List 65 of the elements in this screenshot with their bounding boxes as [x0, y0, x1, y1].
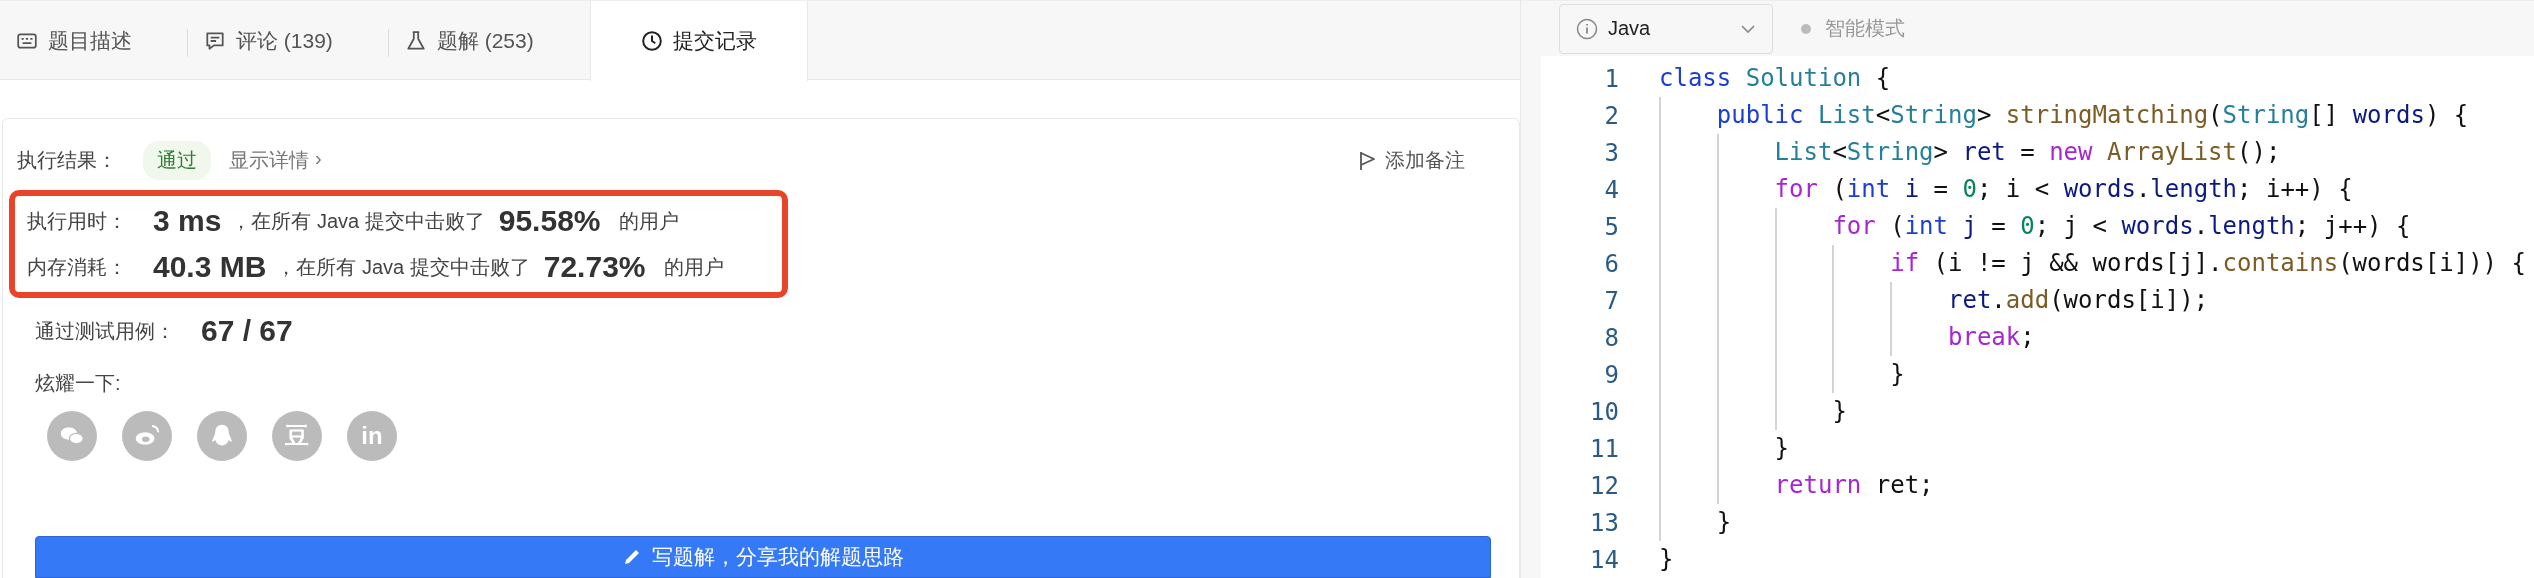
code-editor[interactable] [1541, 56, 2534, 578]
stat-suffix: 的用户 [618, 208, 679, 234]
share-button[interactable] [47, 411, 97, 461]
caret-icon [1740, 23, 1756, 34]
code-line: class Solution { [1659, 63, 1891, 94]
code-line: } [1659, 393, 1847, 430]
share-button[interactable] [122, 411, 172, 461]
line-number: 10 [1589, 397, 1620, 426]
tab[interactable]: 题解 (253) [388, 1, 590, 80]
code-line: } [1659, 430, 1790, 467]
code-line: for (int j = 0; j < words.length; j++) { [1659, 208, 2411, 245]
stat-percent: 72.73% [543, 250, 646, 284]
share-glyph: in [361, 422, 383, 450]
code-line: public List<String> stringMatching(String[] words) { [1659, 97, 2469, 134]
write-solution-button[interactable]: 写题解，分享我的解题思路 [35, 536, 1491, 578]
stat-value: 40.3 MB [153, 250, 267, 284]
stat-suffix: 的用户 [663, 254, 724, 280]
line-number: 4 [1603, 175, 1620, 204]
clock-icon [640, 30, 663, 52]
line-number: 13 [1589, 508, 1620, 537]
tab[interactable]: 提交记录 [589, 1, 808, 81]
line-number: 1 [1603, 64, 1620, 93]
line-number: 12 [1589, 471, 1620, 500]
line-number: 11 [1589, 434, 1620, 463]
details-link[interactable]: 显示详情 › [229, 147, 322, 174]
field-label: 通过测试用例： [35, 318, 175, 344]
code-line: } [1659, 544, 1674, 575]
stat-value: 3 ms [153, 204, 222, 238]
pencil-icon [622, 547, 642, 567]
code-line: } [1659, 356, 1905, 393]
language-dropdown[interactable]: Java [1559, 3, 1773, 54]
flag-icon [1359, 150, 1377, 171]
info-icon [1576, 17, 1598, 40]
test-count: 67 / 67 [201, 314, 293, 348]
share-button[interactable] [197, 411, 247, 461]
field-label: 执行用时： [27, 208, 127, 234]
stat-text: ，在所有 Java 提交中击败了 [276, 254, 530, 280]
code-line: break; [1659, 319, 2035, 356]
line-number: 7 [1603, 286, 1620, 315]
field-label: 执行结果： [17, 148, 117, 173]
mode-dot [1801, 23, 1811, 34]
add-note-button[interactable]: 添加备注 [1353, 146, 1471, 175]
flask-icon [404, 29, 427, 52]
share-glyph: 豆 [285, 421, 309, 451]
code-line: List<String> ret = new ArrayList(); [1659, 134, 2281, 171]
share-label: 炫耀一下: [35, 371, 121, 396]
line-number: 3 [1603, 138, 1620, 167]
field-label: 内存消耗： [27, 254, 127, 280]
stat-percent: 95.58% [498, 204, 601, 238]
code-line: return ret; [1659, 467, 1934, 504]
stat-text: ，在所有 Java 提交中击败了 [231, 208, 485, 234]
line-number: 8 [1603, 323, 1620, 352]
status-badge: 通过 [143, 141, 211, 180]
comment-icon [204, 29, 226, 52]
tab[interactable]: 题目描述 [0, 1, 188, 80]
code-line: } [1659, 504, 1732, 541]
code-line: ret.add(words[i]); [1659, 282, 2209, 319]
line-number: 14 [1589, 545, 1620, 574]
line-number: 2 [1603, 101, 1620, 130]
tab[interactable]: 评论 (139) [188, 1, 389, 80]
line-number: 5 [1603, 212, 1620, 241]
line-number: 6 [1603, 249, 1620, 278]
code-line: if (i != j && words[j].contains(words[i])) { [1659, 245, 2526, 282]
line-number: 9 [1603, 360, 1620, 389]
code-line: for (int i = 0; i < words.length; i++) { [1659, 171, 2353, 208]
